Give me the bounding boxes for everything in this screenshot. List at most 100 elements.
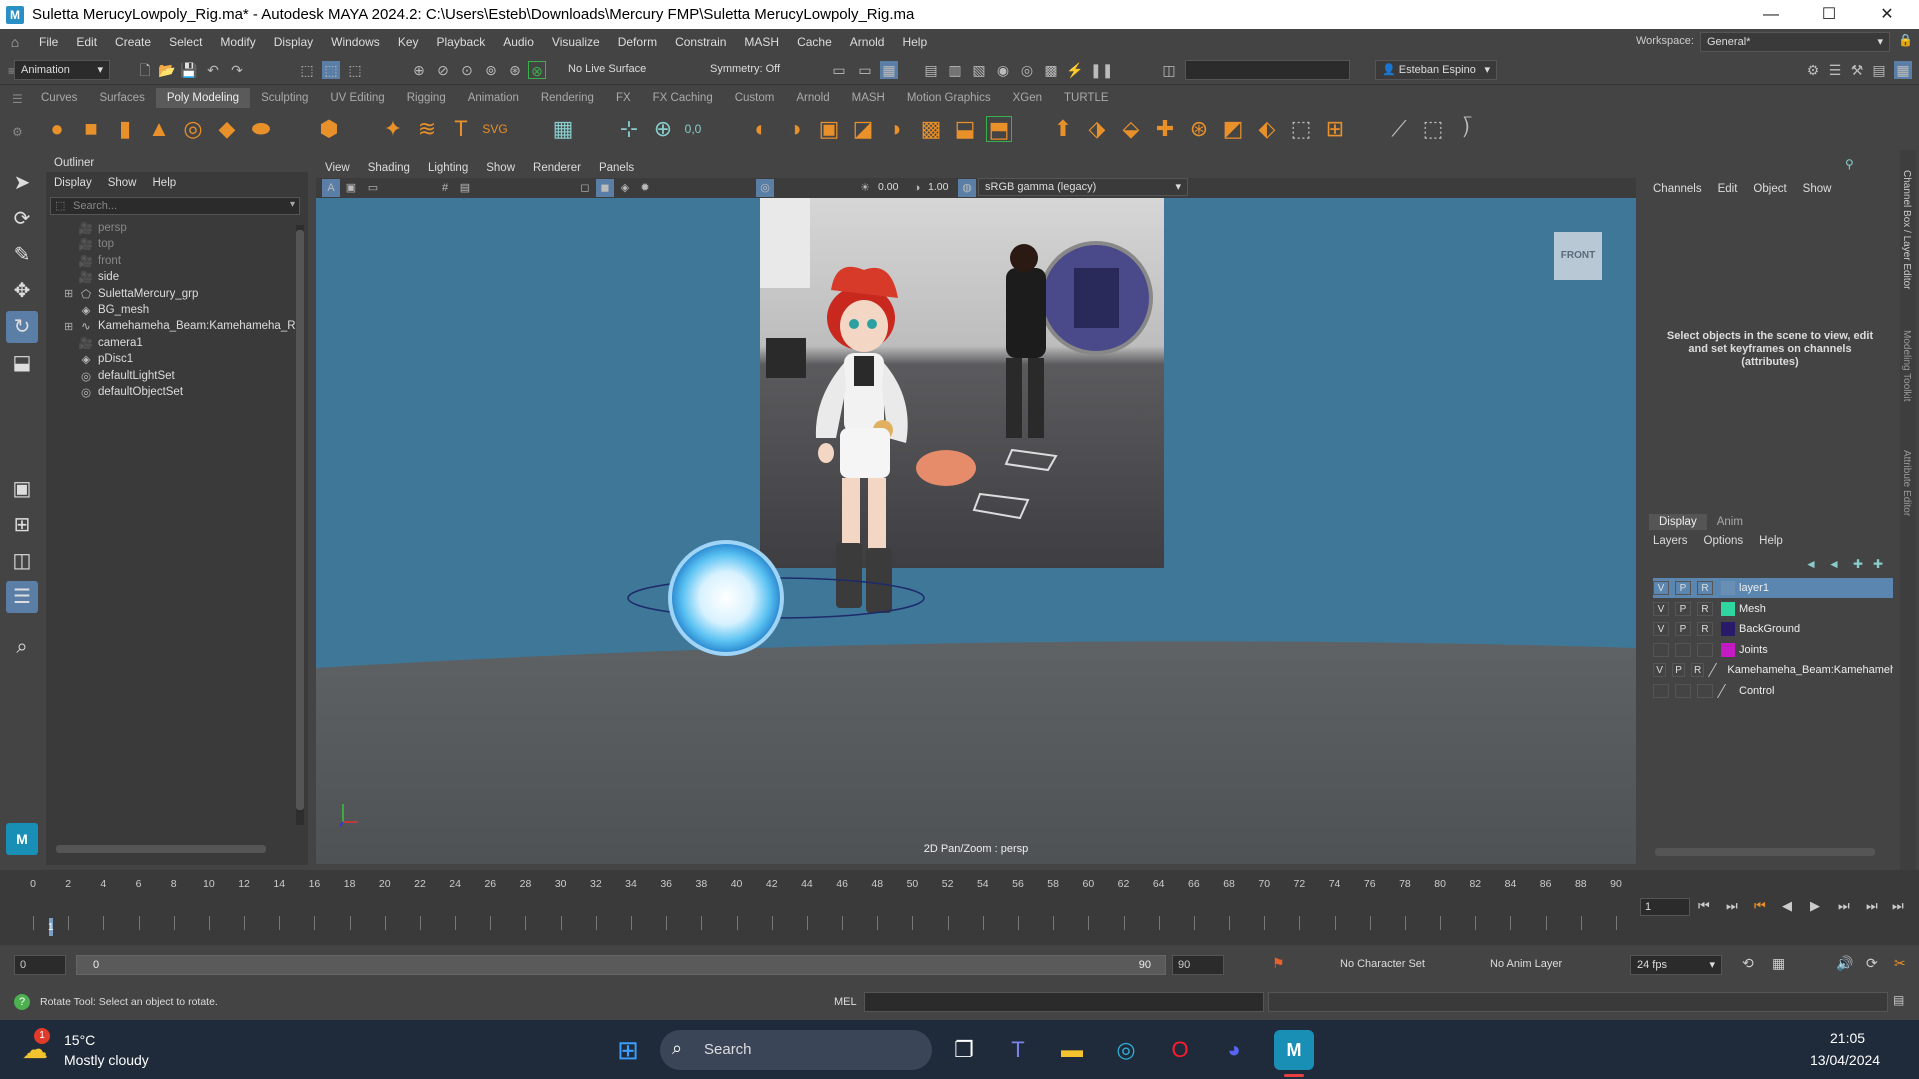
menu-arnold[interactable]: Arnold	[841, 35, 894, 49]
menu-mash[interactable]: MASH	[735, 35, 788, 49]
two-view-icon[interactable]: ◫	[6, 545, 38, 577]
shelf-tab-rendering[interactable]: Rendering	[530, 88, 605, 108]
uv-grid-icon[interactable]: ▦	[550, 116, 576, 142]
maya-home-icon[interactable]: M	[6, 823, 38, 855]
viewport-menu-panels[interactable]: Panels	[590, 162, 643, 174]
clock-date[interactable]: 13/04/2024	[1810, 1052, 1880, 1068]
range-bar[interactable]: 0 90	[76, 955, 1166, 975]
menu-file[interactable]: File	[30, 35, 67, 49]
file-explorer-icon[interactable]: ▬	[1052, 1030, 1092, 1070]
playback-options-icon[interactable]: ⟳	[1866, 955, 1878, 972]
anim-prefs-icon[interactable]: ✂	[1894, 955, 1906, 972]
search-dropdown-icon[interactable]: ▾	[290, 199, 295, 210]
search-icon[interactable]: ⌕	[6, 631, 38, 663]
shelf-tab-fx[interactable]: FX	[605, 88, 642, 108]
single-view-icon[interactable]: ▣	[6, 473, 38, 505]
taskbar-search-box[interactable]: ⌕ Search	[660, 1030, 932, 1070]
lasso-tool-icon[interactable]: ⟳	[6, 203, 38, 235]
layer-up-icon[interactable]: ◄	[1805, 557, 1817, 571]
layer-row[interactable]: V P R BackGround	[1653, 619, 1893, 639]
ipr-render-icon[interactable]: ▥	[946, 61, 964, 79]
shelf-menu-icon[interactable]: ☰	[12, 92, 23, 106]
textured-icon[interactable]: ◈	[616, 179, 634, 197]
viewport-menu-show[interactable]: Show	[477, 162, 524, 174]
input-ops-icon[interactable]: ▭	[856, 61, 874, 79]
step-forward-icon[interactable]: ⏭	[1866, 898, 1878, 914]
mirror-icon[interactable]: ◗	[884, 116, 910, 142]
shelf-tab-custom[interactable]: Custom	[724, 88, 786, 108]
shelf-tab-fx-caching[interactable]: FX Caching	[642, 88, 724, 108]
menu-windows[interactable]: Windows	[322, 35, 389, 49]
layer-color-swatch[interactable]	[1716, 683, 1740, 698]
next-key-icon[interactable]: ⏭	[1838, 898, 1850, 914]
snap-surface-icon[interactable]: ⊚	[482, 61, 500, 79]
fill-hole-icon[interactable]: ⬒	[986, 116, 1012, 142]
weather-temp[interactable]: 15°C	[64, 1032, 95, 1048]
layer-v-toggle[interactable]	[1653, 642, 1669, 657]
user-account-dropdown[interactable]: 👤 Esteban Espino ▾	[1375, 60, 1497, 80]
shelf-tab-xgen[interactable]: XGen	[1002, 88, 1053, 108]
combine-icon[interactable]: ◐	[748, 116, 774, 142]
bevel-icon[interactable]: ⬗	[1084, 116, 1110, 142]
layer-menu-layers[interactable]: Layers	[1645, 535, 1696, 547]
outliner-hscrollbar[interactable]	[56, 845, 266, 853]
minimize-button[interactable]: —	[1742, 0, 1800, 29]
outliner-layout-icon[interactable]: ☰	[6, 581, 38, 613]
layer-p-toggle[interactable]: P	[1675, 581, 1691, 595]
layer-menu-help[interactable]: Help	[1751, 535, 1791, 547]
viewport-menu-lighting[interactable]: Lighting	[419, 162, 477, 174]
select-hierarchy-icon[interactable]: ⬚	[298, 61, 316, 79]
menu-create[interactable]: Create	[106, 35, 160, 49]
render-settings-icon[interactable]: ▧	[970, 61, 988, 79]
gamma-field[interactable]: 1.00	[928, 181, 948, 193]
pivot-icon[interactable]: ⊹	[616, 116, 642, 142]
new-scene-icon[interactable]: 🗋	[136, 61, 154, 79]
quick-search-field[interactable]	[1185, 60, 1350, 80]
layer-row[interactable]: Joints	[1653, 640, 1893, 660]
layer-v-toggle[interactable]: V	[1653, 601, 1669, 616]
layer-hscrollbar[interactable]	[1655, 848, 1875, 856]
layer-row[interactable]: Control	[1653, 681, 1893, 701]
shelf-tab-turtle[interactable]: TURTLE	[1053, 88, 1120, 108]
snap-point-icon[interactable]: ⊙	[458, 61, 476, 79]
home-icon[interactable]: ⌂	[0, 34, 30, 50]
script-editor-icon[interactable]: ▤	[1893, 993, 1904, 1007]
paint-select-icon[interactable]: ✎	[6, 239, 38, 271]
attribute-editor-icon[interactable]: ☰	[1826, 61, 1844, 79]
sweep-mesh-icon[interactable]: ≋	[414, 116, 440, 142]
loop-icon[interactable]: ⟲	[1742, 955, 1754, 972]
layer-v-toggle[interactable]	[1653, 683, 1669, 698]
fps-dropdown[interactable]: 24 fps ▾	[1630, 955, 1722, 975]
lights-icon[interactable]: ✹	[636, 179, 654, 197]
layer-p-toggle[interactable]: P	[1675, 622, 1691, 636]
move-tool-icon[interactable]: ✥	[6, 275, 38, 307]
clock-time[interactable]: 21:05	[1830, 1030, 1865, 1046]
target-weld-icon[interactable]: ⊛	[1186, 116, 1212, 142]
layer-p-toggle[interactable]: P	[1672, 663, 1686, 677]
sound-icon[interactable]: 🔊	[1836, 955, 1853, 972]
shelf-tab-poly-modeling[interactable]: Poly Modeling	[155, 88, 251, 108]
pause-icon[interactable]: ❚❚	[1090, 61, 1113, 79]
arnold-render-icon[interactable]: ◎	[1018, 61, 1036, 79]
layer-color-swatch[interactable]	[1721, 581, 1735, 595]
layer-editor-icon[interactable]: ▦	[1894, 61, 1912, 79]
outliner-menu-help[interactable]: Help	[145, 177, 185, 189]
play-forward-icon[interactable]: ▶	[1810, 898, 1820, 914]
layer-row[interactable]: V P R Mesh	[1653, 599, 1893, 619]
channel-menu-show[interactable]: Show	[1795, 183, 1840, 195]
task-view-icon[interactable]: ❐	[944, 1030, 984, 1070]
layer-tab-anim[interactable]: Anim	[1707, 514, 1753, 530]
offset-loop-icon[interactable]: ⟌	[1454, 116, 1480, 142]
freeze-icon[interactable]: ⊕	[650, 116, 676, 142]
color-management-icon[interactable]: ◍	[958, 179, 976, 197]
layer-row[interactable]: V P Rlayer1	[1653, 578, 1893, 598]
close-button[interactable]: ✕	[1858, 0, 1916, 29]
shelf-tab-arnold[interactable]: Arnold	[785, 88, 840, 108]
new-layer-selected-icon[interactable]: ✚	[1873, 557, 1883, 571]
prev-key-icon[interactable]: ⏮	[1754, 898, 1766, 914]
poly-sphere-icon[interactable]: ●	[44, 116, 70, 142]
layer-v-toggle[interactable]: V	[1653, 581, 1669, 595]
edge-icon[interactable]: ◎	[1106, 1030, 1146, 1070]
menu-audio[interactable]: Audio	[494, 35, 543, 49]
layer-v-toggle[interactable]: V	[1653, 622, 1669, 636]
